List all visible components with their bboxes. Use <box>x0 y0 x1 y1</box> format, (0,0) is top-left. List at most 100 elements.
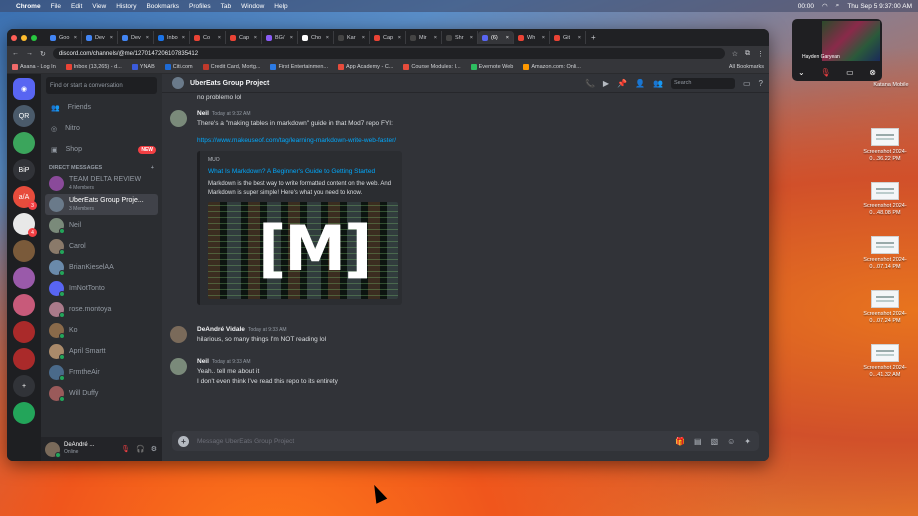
dm-item[interactable]: BrianKieselAA <box>45 257 158 278</box>
emoji-icon[interactable]: ☺ <box>727 437 735 446</box>
minimize-window-button[interactable] <box>21 34 27 41</box>
server-icon[interactable] <box>13 348 35 370</box>
all-bookmarks[interactable]: All Bookmarks <box>729 64 764 70</box>
browser-tab[interactable]: Goo × <box>46 31 82 44</box>
url-field[interactable]: discord.com/channels/@me/127014720610783… <box>52 48 725 59</box>
search-icon[interactable]: ⌕ <box>836 2 840 10</box>
chat-search-input[interactable]: Search <box>670 77 735 89</box>
attach-plus-icon[interactable]: + <box>178 435 189 447</box>
browser-tab[interactable]: Mir × <box>406 31 442 44</box>
close-window-button[interactable] <box>11 34 17 41</box>
server-icon[interactable]: BiP <box>13 159 35 181</box>
embed-image[interactable]: [M] <box>208 202 398 299</box>
record-timer[interactable]: 00:00 <box>798 3 814 10</box>
dm-item[interactable]: ImNotTonto <box>45 278 158 299</box>
find-conversation-input[interactable]: Find or start a conversation <box>46 77 157 94</box>
voice-call-icon[interactable]: 📞 <box>585 79 595 88</box>
server-icon[interactable] <box>13 294 35 316</box>
desktop-file[interactable]: Katana Mobile <box>864 82 918 89</box>
menu-tab[interactable]: Tab <box>221 3 231 10</box>
menu-history[interactable]: History <box>116 3 136 10</box>
message-avatar[interactable] <box>170 358 187 375</box>
message-composer[interactable]: + Message UberEats Group Project 🎁 ▤ ▧ ☺… <box>172 431 759 451</box>
new-tab-button[interactable]: + <box>591 33 596 42</box>
browser-tab[interactable]: BG/ × <box>262 31 298 44</box>
tab-close-icon[interactable]: × <box>218 35 221 41</box>
tab-close-icon[interactable]: × <box>578 35 581 41</box>
menu-bookmarks[interactable]: Bookmarks <box>146 3 179 10</box>
server-icon[interactable] <box>13 402 35 424</box>
menu-file[interactable]: File <box>51 3 61 10</box>
tab-close-icon[interactable]: × <box>290 35 293 41</box>
menu-window[interactable]: Window <box>241 3 264 10</box>
sticker-icon[interactable]: ▧ <box>711 437 719 446</box>
help-icon[interactable]: ? <box>759 79 763 88</box>
desktop-file[interactable]: Screenshot 2024-0...07.24 PM <box>858 290 912 325</box>
browser-tab[interactable]: Wh × <box>514 31 550 44</box>
tab-close-icon[interactable]: × <box>110 35 113 41</box>
bookmark-item[interactable]: Credit Card, Mortg... <box>202 64 260 70</box>
desktop-file[interactable]: Screenshot 2024-0...48.08 PM <box>858 182 912 217</box>
tab-close-icon[interactable]: × <box>254 35 257 41</box>
star-icon[interactable]: ☆ <box>732 50 738 58</box>
menu-profiles[interactable]: Profiles <box>189 3 211 10</box>
dm-item[interactable]: Carol <box>45 236 158 257</box>
tab-close-icon[interactable]: × <box>398 35 401 41</box>
tab-close-icon[interactable]: × <box>326 35 329 41</box>
wifi-icon[interactable]: ◠ <box>822 2 828 10</box>
pinned-icon[interactable]: 📌 <box>617 79 627 88</box>
bookmark-item[interactable]: App Academy - C... <box>338 64 393 70</box>
dm-item[interactable]: TEAM DELTA REVIEW 4 Members <box>45 173 158 194</box>
dm-item[interactable]: FrmtheAir <box>45 362 158 383</box>
desktop-file[interactable]: Screenshot 2024-0...36.22 PM <box>858 128 912 163</box>
browser-tab[interactable]: Cho × <box>298 31 334 44</box>
dm-item[interactable]: April Smartt <box>45 341 158 362</box>
browser-tab[interactable]: Cap × <box>370 31 406 44</box>
tab-close-icon[interactable]: × <box>146 35 149 41</box>
menu-view[interactable]: View <box>92 3 106 10</box>
menubar-app-name[interactable]: Chrome <box>16 3 41 10</box>
server-icon[interactable] <box>13 321 35 343</box>
server-icon[interactable]: QR <box>13 105 35 127</box>
embed-provider[interactable]: MUO <box>208 157 394 163</box>
server-icon[interactable]: a/A 3 <box>13 186 37 210</box>
server-icon[interactable]: + <box>13 375 35 397</box>
browser-tab[interactable]: Dev × <box>82 31 118 44</box>
avatar[interactable] <box>45 441 61 458</box>
bookmark-item[interactable]: First Entertainmen... <box>270 64 328 70</box>
tab-close-icon[interactable]: × <box>542 35 545 41</box>
server-icon[interactable]: 4 <box>13 213 37 237</box>
forward-icon[interactable]: → <box>26 50 33 57</box>
bookmark-item[interactable]: Citi.com <box>164 64 193 70</box>
dm-item[interactable]: UberEats Group Proje... 3 Members <box>45 194 158 215</box>
apps-icon[interactable]: ✦ <box>744 437 751 446</box>
browser-tab[interactable]: Dev × <box>118 31 154 44</box>
facetime-window[interactable]: Hayden Garyean ⌄ 🎙 ▭ ⊗ <box>792 19 882 81</box>
browser-tab[interactable]: Kar × <box>334 31 370 44</box>
dm-item[interactable]: Neil <box>45 215 158 236</box>
bookmark-item[interactable]: Inbox (13,265) - d... <box>65 64 122 70</box>
clock[interactable]: Thu Sep 5 9:37:00 AM <box>847 3 912 10</box>
mute-icon[interactable]: 🎙 <box>820 68 830 77</box>
menu-dots-icon[interactable]: ⋮ <box>757 50 764 58</box>
nav-shop[interactable]: ▣ Shop NEW <box>41 139 162 160</box>
gif-icon[interactable]: ▤ <box>694 437 702 446</box>
desktop-file[interactable]: Screenshot 2024-0...07.14 PM <box>858 236 912 271</box>
back-icon[interactable]: ← <box>12 50 19 57</box>
bookmark-item[interactable]: Amazon.com: Onli... <box>523 64 581 70</box>
dm-item[interactable]: Will Duffy <box>45 383 158 404</box>
browser-tab[interactable]: Git × <box>550 31 586 44</box>
browser-tab[interactable]: Co × <box>190 31 226 44</box>
create-dm-icon[interactable]: + <box>151 165 154 171</box>
server-icon[interactable] <box>13 267 35 289</box>
dm-item[interactable]: rose.montoya <box>45 299 158 320</box>
discord-home-icon[interactable]: ◉ <box>13 78 35 100</box>
embed-title[interactable]: What Is Markdown? A Beginner's Guide to … <box>208 167 394 176</box>
bookmark-item[interactable]: YNAB <box>131 64 155 70</box>
nav-friends[interactable]: 👥 Friends <box>41 97 162 118</box>
dm-item[interactable]: Ko <box>45 320 158 341</box>
nav-nitro[interactable]: ◎ Nitro <box>41 118 162 139</box>
browser-tab[interactable]: Cap × <box>226 31 262 44</box>
menu-edit[interactable]: Edit <box>71 3 82 10</box>
message-author[interactable]: Neil <box>197 110 209 117</box>
